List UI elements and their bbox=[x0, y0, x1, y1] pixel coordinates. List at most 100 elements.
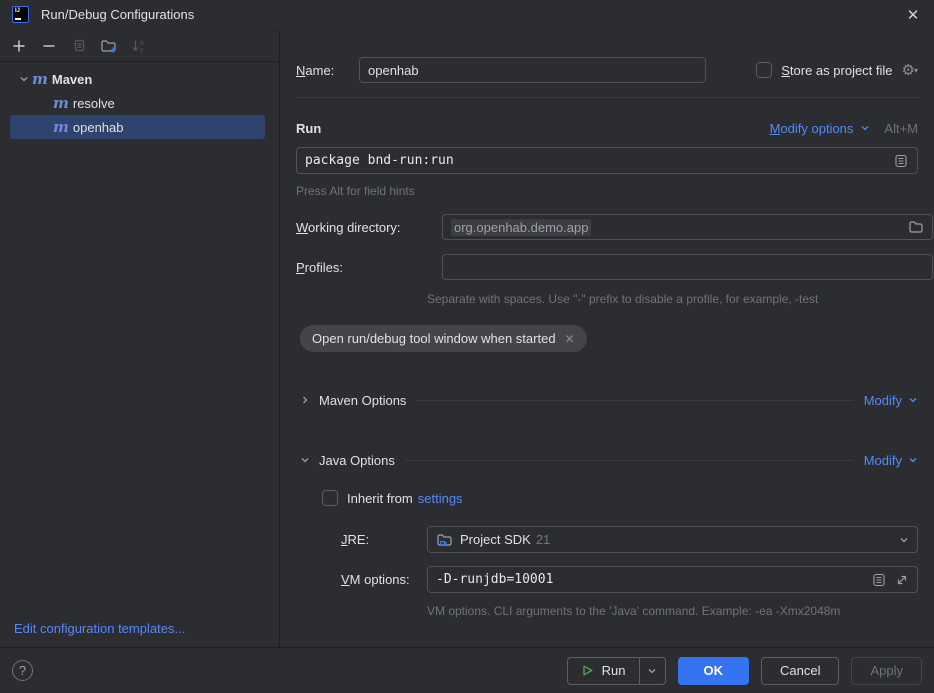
maven-options-title[interactable]: Maven Options bbox=[319, 393, 406, 408]
tree-node-resolve[interactable]: m resolve bbox=[0, 91, 279, 115]
run-modify-group: Modify options Alt+M bbox=[770, 121, 918, 136]
chevron-down-icon[interactable] bbox=[899, 535, 909, 545]
sort-az-icon: a z bbox=[130, 38, 147, 54]
expand-editor-icon[interactable] bbox=[895, 573, 909, 587]
remove-configuration-button[interactable] bbox=[38, 36, 59, 57]
section-rule bbox=[405, 460, 854, 461]
sort-configurations-button[interactable]: a z bbox=[128, 36, 149, 57]
edit-configuration-templates-link[interactable]: Edit configuration templates... bbox=[14, 621, 185, 636]
footer-buttons: Run OK Cancel Apply bbox=[567, 657, 922, 685]
settings-link[interactable]: settings bbox=[418, 491, 463, 506]
tree-node-maven[interactable]: m Maven bbox=[0, 67, 279, 91]
java-options-modify-link[interactable]: Modify bbox=[864, 453, 902, 468]
inherit-from-settings-checkbox[interactable] bbox=[322, 490, 338, 506]
vm-options-value: -D-runjdb=10001 bbox=[436, 572, 553, 587]
name-row: Name: openhab Store as project file ⚙▾ bbox=[296, 57, 918, 83]
intellij-logo-icon: IJ bbox=[12, 6, 29, 23]
plus-icon bbox=[11, 38, 27, 54]
profiles-row: Profiles: bbox=[296, 254, 918, 280]
apply-button[interactable]: Apply bbox=[851, 657, 922, 685]
chevron-down-icon[interactable] bbox=[300, 455, 310, 465]
tag-close-icon[interactable]: ✕ bbox=[565, 332, 575, 346]
copy-icon bbox=[71, 38, 87, 54]
section-divider bbox=[296, 97, 920, 98]
command-field-hint: Press Alt for field hints bbox=[296, 184, 415, 198]
configurations-tree: m Maven m resolve m openhab bbox=[0, 62, 279, 139]
configuration-editor-panel: Name: openhab Store as project file ⚙▾ R… bbox=[281, 31, 934, 647]
chevron-down-icon[interactable] bbox=[16, 74, 32, 84]
profiles-input[interactable] bbox=[442, 254, 933, 280]
minus-icon bbox=[41, 38, 57, 54]
configurations-sidebar: a z m Maven m resolve m openhab Ed bbox=[0, 31, 280, 647]
maven-command-value: package bnd-run:run bbox=[305, 153, 454, 168]
run-section-header: Run Modify options Alt+M bbox=[296, 115, 918, 141]
working-directory-input[interactable]: org.openhab.demo.app bbox=[442, 214, 933, 240]
maven-options-modify-link[interactable]: Modify bbox=[864, 393, 902, 408]
tree-node-label: openhab bbox=[73, 120, 124, 135]
jre-dropdown[interactable]: Project SDK 21 bbox=[427, 526, 918, 553]
jre-value: Project SDK bbox=[460, 532, 531, 547]
chevron-down-icon bbox=[647, 666, 657, 676]
maven-icon: m bbox=[53, 96, 69, 110]
title-bar: IJ Run/Debug Configurations ✕ bbox=[0, 0, 934, 30]
name-input[interactable]: openhab bbox=[359, 57, 706, 83]
cancel-button[interactable]: Cancel bbox=[761, 657, 839, 685]
close-icon[interactable]: ✕ bbox=[902, 4, 924, 26]
run-button[interactable]: Run bbox=[568, 658, 639, 684]
folder-icon[interactable] bbox=[908, 219, 924, 235]
profiles-label: Profiles: bbox=[296, 260, 343, 275]
working-directory-value: org.openhab.demo.app bbox=[451, 219, 591, 236]
java-options-section: Java Options Modify bbox=[300, 447, 918, 473]
inherit-from-label: Inherit from bbox=[347, 491, 413, 506]
vm-options-hint: VM options. CLI arguments to the 'Java' … bbox=[427, 604, 840, 618]
run-section-title: Run bbox=[296, 121, 321, 136]
ok-button[interactable]: OK bbox=[678, 657, 750, 685]
expand-list-icon[interactable] bbox=[871, 572, 887, 588]
vm-options-input[interactable]: -D-runjdb=10001 bbox=[427, 566, 918, 593]
vm-options-row: VM options: -D-runjdb=10001 bbox=[341, 566, 918, 593]
profiles-hint: Separate with spaces. Use "-" prefix to … bbox=[427, 292, 818, 306]
jre-row: JRE: Project SDK 21 bbox=[341, 526, 918, 553]
expand-list-icon[interactable] bbox=[893, 153, 909, 169]
working-directory-label: Working directory: bbox=[296, 220, 401, 235]
dialog-title: Run/Debug Configurations bbox=[41, 7, 194, 22]
chevron-right-icon[interactable] bbox=[300, 395, 310, 405]
chevron-down-icon[interactable] bbox=[908, 395, 918, 405]
run-debug-configurations-dialog: IJ Run/Debug Configurations ✕ bbox=[0, 0, 934, 693]
chevron-down-icon[interactable] bbox=[860, 123, 870, 133]
maven-options-section: Maven Options Modify bbox=[300, 387, 918, 413]
tree-node-openhab-selected[interactable]: m openhab bbox=[10, 115, 265, 139]
name-value: openhab bbox=[368, 63, 419, 78]
gear-icon[interactable]: ⚙▾ bbox=[902, 63, 918, 78]
new-folder-button[interactable] bbox=[98, 36, 119, 57]
chevron-down-icon[interactable] bbox=[908, 455, 918, 465]
tag-label: Open run/debug tool window when started bbox=[312, 331, 556, 346]
copy-configuration-button[interactable] bbox=[68, 36, 89, 57]
modify-options-link[interactable]: Modify options bbox=[770, 121, 854, 136]
name-label: Name: bbox=[296, 63, 359, 78]
tool-window-tag[interactable]: Open run/debug tool window when started … bbox=[300, 325, 587, 352]
dialog-footer: ? Run OK Cancel Apply bbox=[0, 647, 934, 693]
working-directory-row: Working directory: org.openhab.demo.app bbox=[296, 214, 918, 240]
help-icon: ? bbox=[19, 663, 26, 678]
help-button[interactable]: ? bbox=[12, 660, 33, 681]
jre-label: JRE: bbox=[341, 532, 369, 547]
add-configuration-button[interactable] bbox=[8, 36, 29, 57]
store-as-project-file-label: Store as project file bbox=[781, 63, 892, 78]
store-as-project-file-group: Store as project file ⚙▾ bbox=[756, 62, 918, 78]
run-options-dropdown[interactable] bbox=[640, 658, 665, 684]
maven-icon: m bbox=[32, 72, 48, 86]
tree-node-label: resolve bbox=[73, 96, 115, 111]
jre-version: 21 bbox=[536, 532, 550, 547]
store-as-project-file-checkbox[interactable] bbox=[756, 62, 772, 78]
tree-node-label: Maven bbox=[52, 72, 92, 87]
maven-command-input[interactable]: package bnd-run:run bbox=[296, 147, 918, 174]
java-options-title[interactable]: Java Options bbox=[319, 453, 395, 468]
vm-options-label: VM options: bbox=[341, 572, 410, 587]
jdk-icon bbox=[436, 532, 453, 548]
modify-options-shortcut: Alt+M bbox=[884, 121, 918, 136]
section-rule bbox=[416, 400, 853, 401]
inherit-from-settings-row: Inherit from settings bbox=[322, 485, 463, 511]
run-button-label: Run bbox=[602, 663, 626, 678]
sidebar-toolbar: a z bbox=[0, 31, 279, 62]
